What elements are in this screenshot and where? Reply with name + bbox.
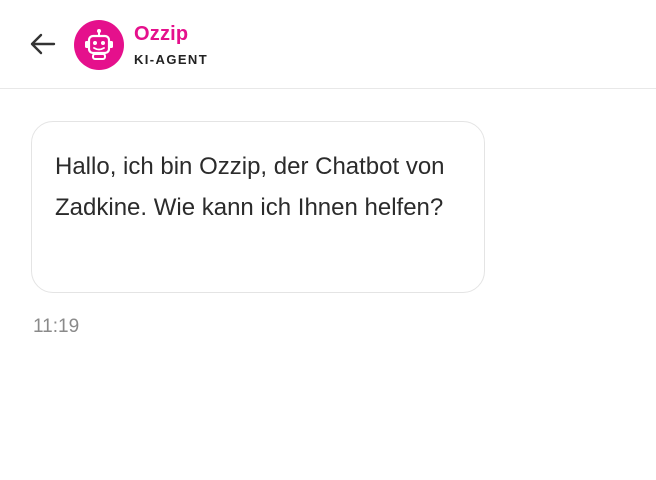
avatar: [74, 20, 124, 70]
message-text: Hallo, ich bin Ozzip, der Chatbot von Za…: [55, 153, 445, 221]
arrow-left-icon: [30, 33, 56, 55]
back-button[interactable]: [22, 27, 62, 61]
message-bubble: Hallo, ich bin Ozzip, der Chatbot von Za…: [31, 121, 485, 293]
agent-role: KI-AGENT: [134, 52, 209, 67]
chat-header: Ozzip KI-AGENT: [0, 0, 656, 89]
agent-name: Ozzip: [134, 23, 189, 45]
message-timestamp: 11:19: [33, 316, 80, 337]
robot-icon: [85, 29, 113, 60]
